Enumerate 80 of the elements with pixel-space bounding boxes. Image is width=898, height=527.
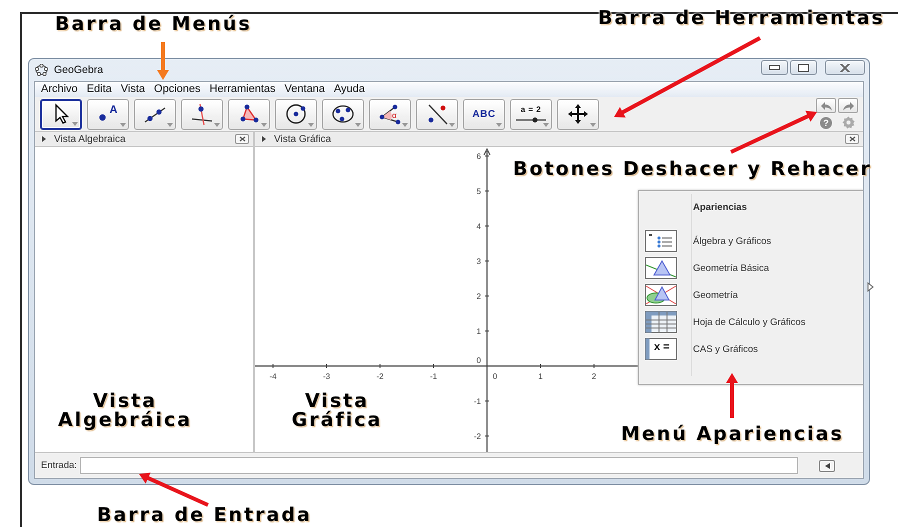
tick-label: -1: [430, 372, 438, 382]
perspective-item[interactable]: Geometría: [691, 290, 806, 301]
point-icon: [98, 114, 106, 121]
perpendicular-line-icon: [190, 102, 214, 126]
menu-item[interactable]: Edita: [82, 83, 117, 96]
view-title: Vista Gráfica: [274, 134, 332, 145]
perspective-item[interactable]: Geometría Básica: [691, 262, 806, 274]
close-view-button[interactable]: [845, 134, 859, 144]
tool-button[interactable]: a = 2: [510, 98, 552, 130]
input-label: Entrada:: [41, 460, 77, 472]
app-icon: [35, 64, 48, 76]
menu-item[interactable]: Opciones: [150, 83, 206, 96]
annotation-label: Vista Gráfica: [290, 392, 384, 430]
tool-button[interactable]: A: [87, 98, 129, 130]
undo-arrow-icon: [820, 100, 832, 111]
close-button[interactable]: [825, 60, 865, 75]
menu-item[interactable]: Vista: [116, 83, 150, 96]
tick-label: -2: [376, 372, 384, 382]
tick-label: 0: [492, 372, 498, 382]
tick-label: 2: [592, 372, 596, 382]
menu-item[interactable]: Ventana: [280, 83, 330, 96]
perspective-item[interactable]: Álgebra y Gráficos: [691, 236, 806, 247]
maximize-button[interactable]: [790, 60, 817, 75]
window-title: GeoGebra: [54, 64, 104, 76]
view-title: Vista Algebraica: [54, 134, 126, 145]
tool-button[interactable]: [275, 98, 317, 130]
tick-label: -2: [474, 432, 481, 442]
triangle-left-icon: [824, 462, 830, 469]
undo-button[interactable]: [816, 98, 836, 114]
close-icon: [238, 136, 246, 142]
redo-button[interactable]: [838, 98, 858, 114]
annotation-label: Menú Apariencias: [621, 425, 844, 444]
annotation-label: Barra de Entrada: [97, 506, 312, 525]
geometry-shapes-icon[interactable]: [645, 284, 677, 306]
input-help-button[interactable]: [819, 460, 835, 472]
tick-label: 5: [476, 187, 481, 196]
tool-button[interactable]: [181, 98, 223, 130]
angle-icon: [378, 102, 402, 126]
minimize-button[interactable]: [761, 60, 788, 75]
tool-button[interactable]: [228, 98, 270, 130]
annotation-label: Barra de Herramientas: [598, 9, 885, 28]
input-field[interactable]: [80, 457, 798, 474]
tick-label: 4: [476, 222, 481, 232]
tool-button[interactable]: [322, 98, 364, 130]
tool-button[interactable]: [134, 98, 176, 130]
tick-label: 0: [476, 356, 481, 366]
annotation-label: Barra de Menús: [55, 15, 252, 34]
close-view-button[interactable]: [235, 134, 249, 144]
tick-label: 3: [476, 257, 481, 266]
tool-button[interactable]: α: [369, 98, 411, 130]
tick-label: 1: [476, 327, 481, 336]
expand-arrow-icon[interactable]: [261, 135, 267, 144]
tick-label: 2: [476, 292, 481, 302]
tool-button[interactable]: [557, 98, 599, 130]
expand-arrow-icon[interactable]: [41, 135, 47, 144]
annotation-label: Botones Deshacer y Rehacer: [513, 160, 872, 179]
menu-item[interactable]: Herramientas: [206, 83, 281, 96]
tool-button[interactable]: [40, 98, 82, 130]
close-icon: [848, 136, 856, 142]
move-arrows-icon: [566, 102, 590, 126]
dock-arrow-icon[interactable]: [867, 282, 874, 292]
circle-icon: [284, 102, 308, 126]
tick-label: 6: [476, 152, 481, 162]
tick-label: 1: [538, 372, 543, 382]
annotation-label: Vista Algebráica: [56, 392, 194, 430]
tick-label: -4: [269, 372, 277, 382]
tool-button[interactable]: [416, 98, 458, 130]
perspective-item[interactable]: CAS y Gráficos: [691, 344, 806, 355]
settings-icon: [842, 116, 854, 130]
spreadsheet-icon[interactable]: [645, 311, 677, 334]
tick-label: -1: [474, 397, 481, 406]
menu-title: Apariencias: [693, 202, 747, 214]
tick-label: -3: [322, 372, 330, 382]
menu-item[interactable]: Ayuda: [330, 83, 370, 96]
perspective-item[interactable]: Hoja de Cálculo y Gráficos: [691, 316, 806, 328]
menu-item[interactable]: Archivo: [37, 83, 83, 96]
redo-arrow-icon: [842, 100, 854, 111]
tool-button[interactable]: ABC: [463, 98, 505, 130]
cas-icon[interactable]: x =: [645, 338, 679, 360]
algebra-view-icon[interactable]: [645, 230, 677, 252]
